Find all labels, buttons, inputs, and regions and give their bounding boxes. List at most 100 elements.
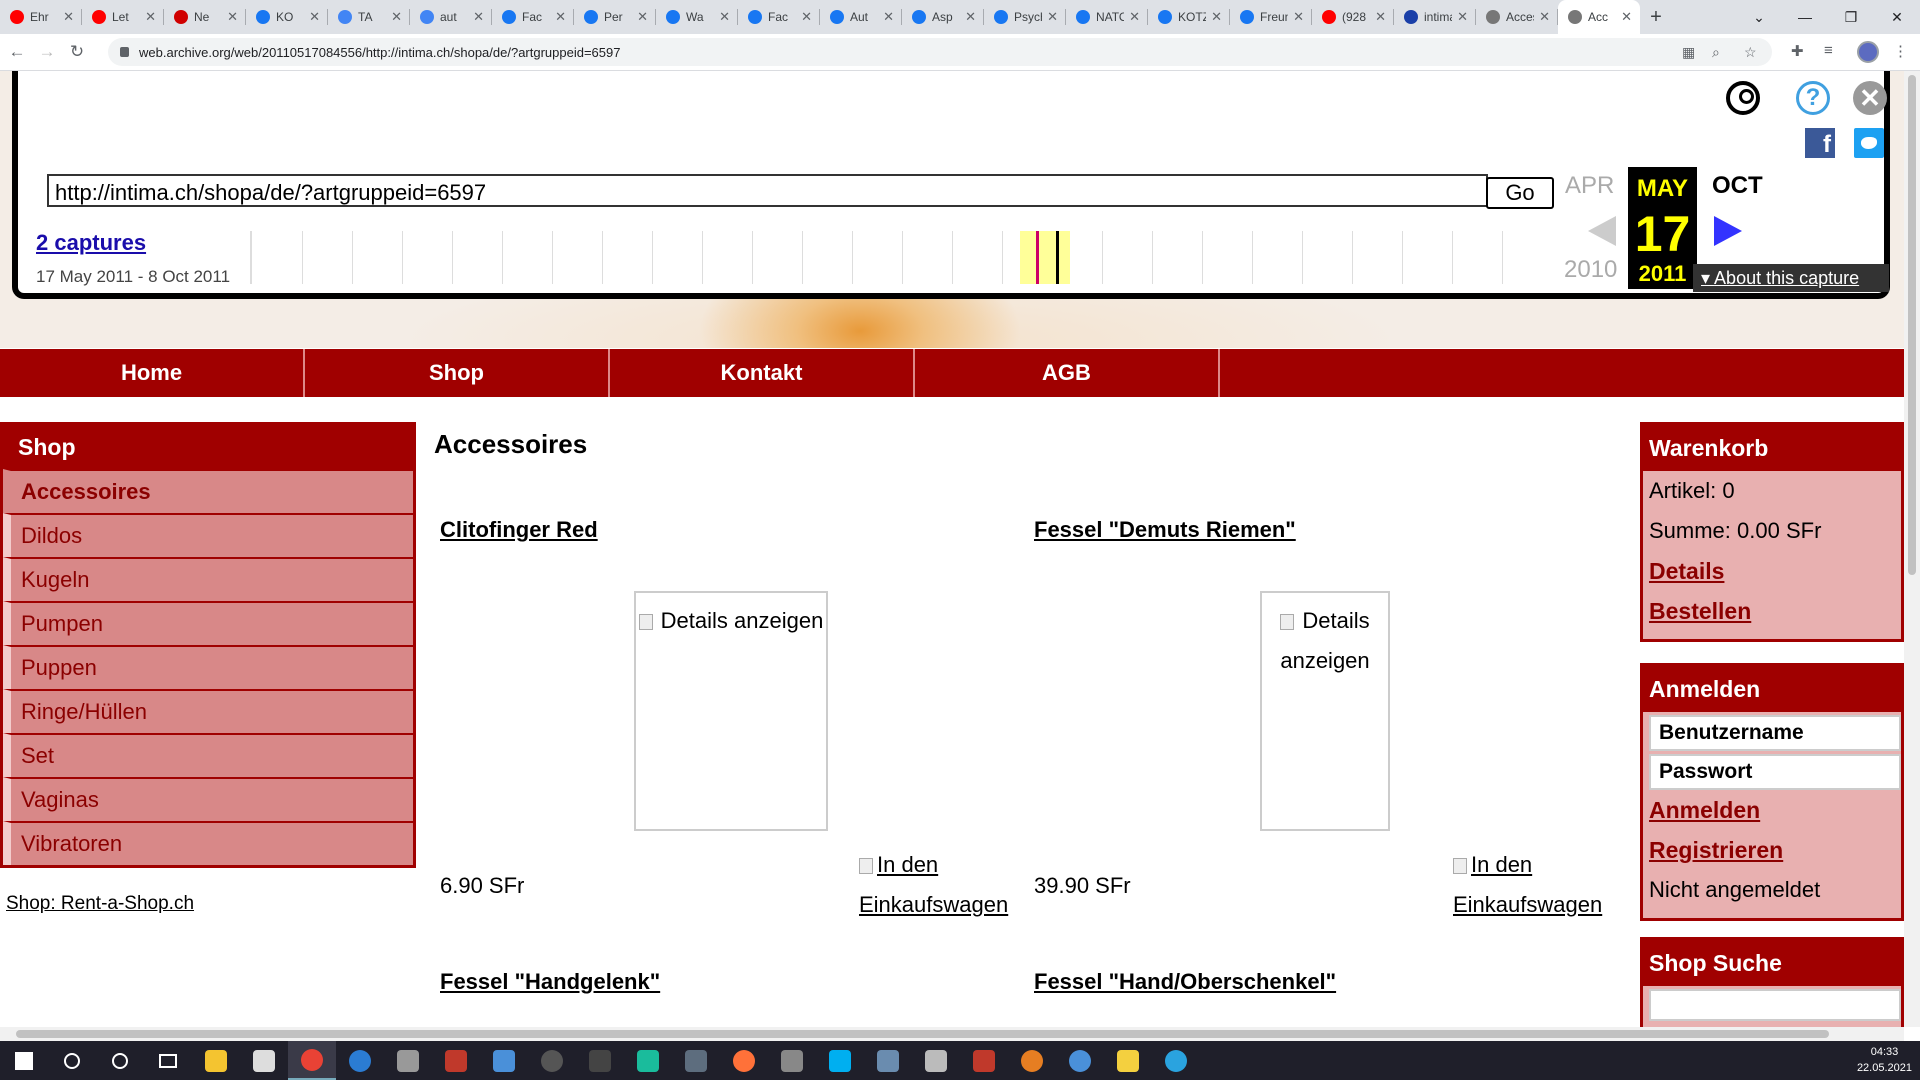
virtualbox-icon[interactable] (864, 1041, 912, 1080)
browser-tab[interactable]: aut ✕ (410, 0, 492, 34)
help-icon[interactable]: ? (1796, 81, 1830, 115)
close-tab-icon[interactable]: ✕ (883, 9, 894, 25)
register-link[interactable]: Registrieren (1643, 830, 1901, 870)
app-icon[interactable] (768, 1041, 816, 1080)
product-title-link[interactable]: Fessel "Demuts Riemen" (1034, 517, 1296, 543)
firefox-icon[interactable] (720, 1041, 768, 1080)
product-title-link[interactable]: Fessel "Handgelenk" (440, 969, 660, 995)
menu-item-home[interactable]: Home (0, 349, 305, 397)
app-icon[interactable] (576, 1041, 624, 1080)
browser-tab[interactable]: KO ✕ (246, 0, 328, 34)
app-icon[interactable] (624, 1041, 672, 1080)
vertical-scrollbar[interactable] (1904, 71, 1920, 1027)
cortana-icon[interactable] (96, 1041, 144, 1080)
browser-tab[interactable]: (928 ✕ (1312, 0, 1394, 34)
login-link[interactable]: Anmelden (1643, 790, 1901, 830)
messenger-icon[interactable] (336, 1041, 384, 1080)
browser-tab[interactable]: Psychol ✕ (984, 0, 1066, 34)
product-image-link[interactable]: Details anzeigen (634, 591, 828, 831)
menu-item-shop[interactable]: Shop (305, 349, 610, 397)
close-tab-icon[interactable]: ✕ (1539, 9, 1550, 25)
sidebar-item-pumpen[interactable]: Pumpen (3, 601, 413, 645)
browser-tab[interactable]: Fac ✕ (738, 0, 820, 34)
browser-tab[interactable]: Freunde ✕ (1230, 0, 1312, 34)
close-tab-icon[interactable]: ✕ (309, 9, 320, 25)
profile-avatar[interactable] (1857, 41, 1879, 63)
forward-button[interactable]: → (34, 42, 60, 62)
search-icon[interactable] (48, 1041, 96, 1080)
minimize-button[interactable]: — (1782, 0, 1828, 34)
back-button[interactable]: ← (4, 42, 30, 62)
close-tab-icon[interactable]: ✕ (719, 9, 730, 25)
browser-tab[interactable]: Per ✕ (574, 0, 656, 34)
sidebar-item-dildos[interactable]: Dildos (3, 513, 413, 557)
notepad-icon[interactable] (1104, 1041, 1152, 1080)
captures-sparkline[interactable] (250, 231, 1550, 284)
rent-a-shop-link[interactable]: Shop: Rent-a-Shop.ch (6, 893, 194, 915)
horizontal-scroll-thumb[interactable] (16, 1030, 1829, 1038)
cart-order-link[interactable]: Bestellen (1643, 591, 1901, 631)
facebook-icon[interactable]: f (1805, 128, 1835, 158)
app-icon[interactable] (672, 1041, 720, 1080)
close-tab-icon[interactable]: ✕ (1375, 9, 1386, 25)
next-capture-arrow-icon[interactable] (1714, 216, 1742, 246)
telegram-icon[interactable] (1152, 1041, 1200, 1080)
browser-tab[interactable]: Fac ✕ (492, 0, 574, 34)
vertical-scroll-thumb[interactable] (1908, 75, 1916, 575)
start-button[interactable] (0, 1041, 48, 1080)
qr-code-icon[interactable]: ▦ (1682, 44, 1695, 61)
close-tab-icon[interactable]: ✕ (1293, 9, 1304, 25)
password-field[interactable]: Passwort (1649, 754, 1901, 790)
menu-icon[interactable]: ⋮ (1893, 42, 1908, 60)
captures-link[interactable]: 2 captures (36, 230, 146, 256)
close-tab-icon[interactable]: ✕ (227, 9, 238, 25)
sparkline-capture-mark[interactable] (1056, 231, 1059, 284)
address-bar[interactable]: web.archive.org/web/20110517084556/http:… (108, 38, 1772, 66)
close-tab-icon[interactable]: ✕ (555, 9, 566, 25)
browser-tab[interactable]: Aut ✕ (820, 0, 902, 34)
sidebar-item-kugeln[interactable]: Kugeln (3, 557, 413, 601)
close-tab-icon[interactable]: ✕ (1211, 9, 1222, 25)
search-input[interactable] (1649, 989, 1901, 1021)
browser-tab[interactable]: KOTZ ✕ (1148, 0, 1230, 34)
about-capture-button[interactable]: ▾ About this capture (1693, 264, 1889, 292)
close-tab-icon[interactable]: ✕ (1129, 9, 1140, 25)
browser-tab[interactable]: Access ✕ (1476, 0, 1558, 34)
next-month-label[interactable]: OCT (1712, 172, 1763, 200)
product-image-link[interactable]: Details anzeigen (1260, 591, 1390, 831)
browser-tab[interactable]: Wa ✕ (656, 0, 738, 34)
browser-tab[interactable]: Ehr ✕ (0, 0, 82, 34)
reload-button[interactable]: ↻ (64, 42, 90, 62)
app-icon[interactable] (960, 1041, 1008, 1080)
new-tab-button[interactable]: + (1640, 6, 1672, 29)
restore-button[interactable]: ❐ (1828, 0, 1874, 34)
twitter-icon[interactable] (1854, 128, 1884, 158)
cart-details-link[interactable]: Details (1643, 551, 1901, 591)
menu-item-kontakt[interactable]: Kontakt (610, 349, 915, 397)
close-tab-icon[interactable]: ✕ (1621, 9, 1632, 25)
close-tab-icon[interactable]: ✕ (391, 9, 402, 25)
product-title-link[interactable]: Fessel "Hand/Oberschenkel" (1034, 969, 1336, 995)
add-to-cart-link[interactable]: In den Einkaufswagen (859, 845, 1029, 925)
task-view-icon[interactable] (144, 1041, 192, 1080)
browser-tab[interactable]: TA ✕ (328, 0, 410, 34)
close-window-button[interactable]: ✕ (1874, 0, 1920, 34)
prev-year-label[interactable]: 2010 (1564, 256, 1617, 284)
extensions-icon[interactable]: ✚ (1791, 42, 1804, 60)
browser-tab[interactable]: Ne ✕ (164, 0, 246, 34)
sidebar-item-vaginas[interactable]: Vaginas (3, 777, 413, 821)
app-icon[interactable] (528, 1041, 576, 1080)
file-explorer-icon[interactable] (192, 1041, 240, 1080)
menu-item-agb[interactable]: AGB (915, 349, 1220, 397)
wayback-go-button[interactable]: Go (1486, 177, 1554, 209)
tool-icon[interactable] (384, 1041, 432, 1080)
close-tab-icon[interactable]: ✕ (965, 9, 976, 25)
close-tab-icon[interactable]: ✕ (145, 9, 156, 25)
skype-icon[interactable] (816, 1041, 864, 1080)
browser-tab[interactable]: Let ✕ (82, 0, 164, 34)
close-icon[interactable]: ✕ (1853, 81, 1887, 115)
prev-month-label[interactable]: APR (1565, 172, 1614, 200)
sidebar-item-accessoires[interactable]: Accessoires (3, 469, 413, 513)
zoom-icon[interactable]: ⌕ (1712, 44, 1720, 61)
app-icon[interactable] (480, 1041, 528, 1080)
